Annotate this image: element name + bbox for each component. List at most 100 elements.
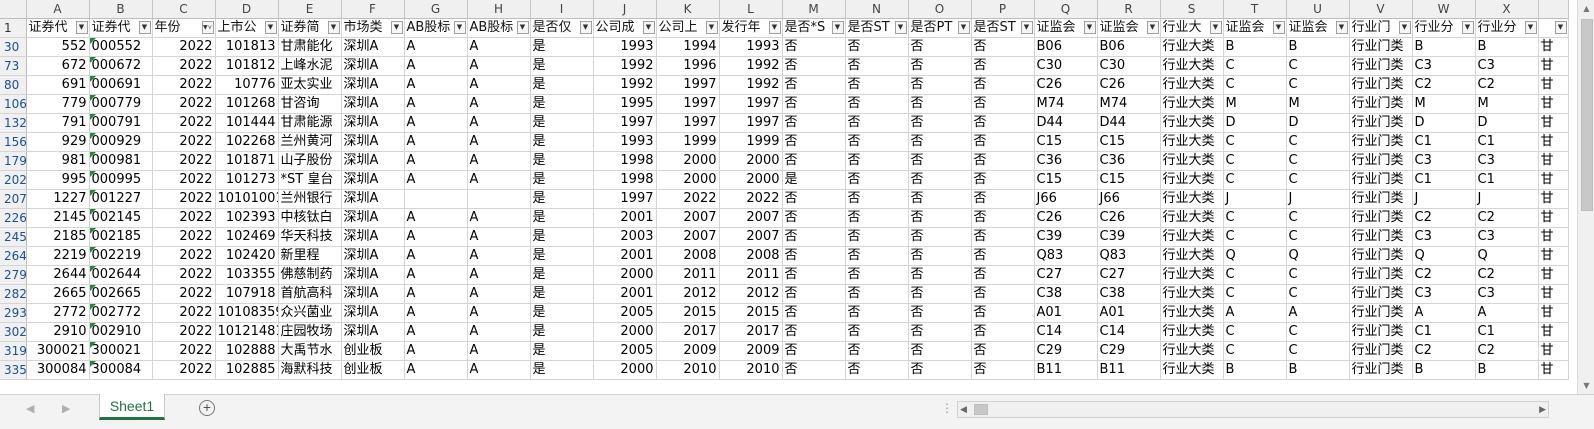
cell-b[interactable]: 000995 xyxy=(89,170,153,190)
cell-m[interactable]: 否 xyxy=(782,56,846,76)
cell-w[interactable]: C1 xyxy=(1412,170,1476,190)
cell-r[interactable]: C30 xyxy=(1097,56,1161,76)
cell-j[interactable]: 2005 xyxy=(593,303,657,323)
cell-s[interactable]: 行业大类 xyxy=(1160,303,1224,323)
filter-dropdown-icon[interactable]: ▼ xyxy=(894,21,907,34)
cell-c[interactable]: 2022 xyxy=(152,341,216,361)
cell-f[interactable]: 深圳A xyxy=(341,170,405,190)
cell-m[interactable]: 否 xyxy=(782,37,846,57)
cell-e[interactable]: 兰州银行 xyxy=(278,189,342,209)
cell-overflow[interactable]: 甘 xyxy=(1538,360,1569,380)
cell-overflow[interactable]: 甘 xyxy=(1538,284,1569,304)
cell-x[interactable]: C1 xyxy=(1475,170,1539,190)
cell-r[interactable]: M74 xyxy=(1097,94,1161,114)
cell-m[interactable]: 否 xyxy=(782,360,846,380)
cell-t[interactable]: A xyxy=(1223,303,1287,323)
cell-d[interactable]: 102268 xyxy=(215,132,279,152)
cell-q[interactable]: B11 xyxy=(1034,360,1098,380)
cell-x[interactable]: C1 xyxy=(1475,322,1539,342)
cell-h[interactable]: A xyxy=(467,75,531,95)
cell-a[interactable]: 1227 xyxy=(26,189,90,209)
cell-p[interactable]: 否 xyxy=(971,189,1035,209)
cell-m[interactable]: 否 xyxy=(782,151,846,171)
cell-o[interactable]: 否 xyxy=(908,341,972,361)
cell-o[interactable]: 否 xyxy=(908,303,972,323)
cell-p[interactable]: 否 xyxy=(971,151,1035,171)
cell-overflow[interactable]: 甘 xyxy=(1538,303,1569,323)
cell-v[interactable]: 行业门类 xyxy=(1349,208,1413,228)
cell-p[interactable]: 否 xyxy=(971,75,1035,95)
cell-j[interactable]: 2001 xyxy=(593,246,657,266)
vertical-scrollbar[interactable]: ▲ ▼ xyxy=(1577,0,1594,394)
cell-l[interactable]: 2017 xyxy=(719,322,783,342)
cell-i[interactable]: 是 xyxy=(530,227,594,247)
cell-u[interactable]: C xyxy=(1286,170,1350,190)
horizontal-scroll-thumb[interactable] xyxy=(974,404,988,415)
cell-v[interactable]: 行业门类 xyxy=(1349,284,1413,304)
cell-i[interactable]: 是 xyxy=(530,208,594,228)
cell-q[interactable]: A01 xyxy=(1034,303,1098,323)
cell-r[interactable]: C39 xyxy=(1097,227,1161,247)
cell-n[interactable]: 否 xyxy=(845,189,909,209)
cell-t[interactable]: J xyxy=(1223,189,1287,209)
cell-u[interactable]: C xyxy=(1286,75,1350,95)
cell-x[interactable]: C3 xyxy=(1475,56,1539,76)
cell-w[interactable]: C2 xyxy=(1412,341,1476,361)
select-all-corner[interactable] xyxy=(0,0,27,19)
cell-h[interactable]: A xyxy=(467,208,531,228)
cell-i[interactable]: 是 xyxy=(530,132,594,152)
cell-n[interactable]: 否 xyxy=(845,341,909,361)
cell-f[interactable]: 深圳A xyxy=(341,284,405,304)
column-header-r[interactable]: R xyxy=(1097,0,1161,19)
cell-l[interactable]: 2022 xyxy=(719,189,783,209)
cell-x[interactable]: C2 xyxy=(1475,208,1539,228)
cell-x[interactable]: J xyxy=(1475,189,1539,209)
cell-j[interactable]: 1998 xyxy=(593,170,657,190)
cell-g[interactable]: A xyxy=(404,113,468,133)
cell-w[interactable]: C2 xyxy=(1412,75,1476,95)
cell-a[interactable]: 300084 xyxy=(26,360,90,380)
cell-j[interactable]: 1992 xyxy=(593,56,657,76)
cell-m[interactable]: 否 xyxy=(782,75,846,95)
cell-l[interactable]: 2012 xyxy=(719,284,783,304)
header-cell[interactable]: 证券代 ▼ xyxy=(89,18,153,38)
cell-r[interactable]: C38 xyxy=(1097,284,1161,304)
column-header-f[interactable]: F xyxy=(341,0,405,19)
cell-o[interactable]: 否 xyxy=(908,113,972,133)
cell-p[interactable]: 否 xyxy=(971,341,1035,361)
cell-i[interactable]: 是 xyxy=(530,170,594,190)
header-cell[interactable]: 行业分 ▼ xyxy=(1475,18,1539,38)
cell-p[interactable]: 否 xyxy=(971,284,1035,304)
cell-p[interactable]: 否 xyxy=(971,56,1035,76)
cell-v[interactable]: 行业门类 xyxy=(1349,113,1413,133)
cell-w[interactable]: C3 xyxy=(1412,227,1476,247)
cell-r[interactable]: A01 xyxy=(1097,303,1161,323)
cell-d[interactable]: 103355 xyxy=(215,265,279,285)
cell-t[interactable]: C xyxy=(1223,227,1287,247)
column-header-w[interactable]: W xyxy=(1412,0,1476,19)
cell-c[interactable]: 2022 xyxy=(152,303,216,323)
column-header-d[interactable]: D xyxy=(215,0,279,19)
cell-l[interactable]: 2007 xyxy=(719,208,783,228)
cell-w[interactable]: M xyxy=(1412,94,1476,114)
cell-u[interactable]: B xyxy=(1286,37,1350,57)
cell-e[interactable]: 中核钛白 xyxy=(278,208,342,228)
cell-m[interactable]: 否 xyxy=(782,265,846,285)
cell-j[interactable]: 1997 xyxy=(593,189,657,209)
cell-f[interactable]: 创业板 xyxy=(341,360,405,380)
column-header-overflow[interactable] xyxy=(1538,0,1569,19)
cell-t[interactable]: C xyxy=(1223,170,1287,190)
cell-p[interactable]: 否 xyxy=(971,208,1035,228)
cell-c[interactable]: 2022 xyxy=(152,265,216,285)
add-sheet-icon[interactable]: + xyxy=(199,400,215,416)
cell-k[interactable]: 2011 xyxy=(656,265,720,285)
cell-n[interactable]: 否 xyxy=(845,360,909,380)
cell-u[interactable]: C xyxy=(1286,132,1350,152)
column-header-o[interactable]: O xyxy=(908,0,972,19)
cell-s[interactable]: 行业大类 xyxy=(1160,151,1224,171)
cell-b[interactable]: 002772 xyxy=(89,303,153,323)
cell-k[interactable]: 2015 xyxy=(656,303,720,323)
cell-t[interactable]: D xyxy=(1223,113,1287,133)
cell-t[interactable]: B xyxy=(1223,360,1287,380)
cell-p[interactable]: 否 xyxy=(971,303,1035,323)
